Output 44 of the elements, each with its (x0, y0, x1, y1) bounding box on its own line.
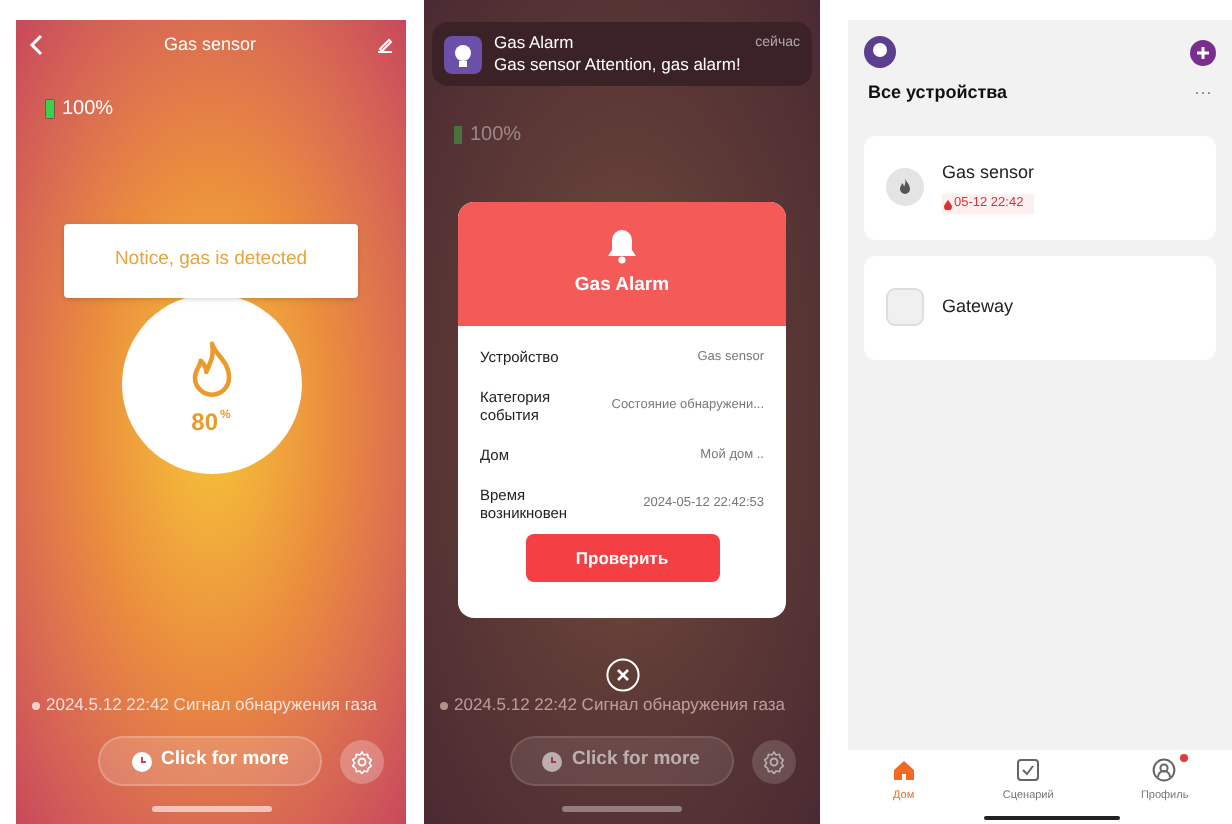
flame-icon (886, 168, 924, 206)
close-icon[interactable] (605, 658, 639, 693)
bullet-icon (32, 701, 40, 710)
home-indicator (151, 806, 271, 812)
battery-percent: 100% (62, 95, 114, 123)
event-log-entry: 2024.5.12 22:42 Сигнал обнаружения газа (454, 692, 786, 718)
settings-icon (350, 749, 374, 773)
home-indicator (984, 816, 1120, 820)
screen-title: Gas sensor (163, 32, 257, 58)
more-button[interactable]: Click for more (98, 736, 322, 786)
gas-reading: 80 (191, 409, 218, 433)
notification-title: Gas Alarm (494, 32, 576, 55)
home-tab-icon (891, 758, 916, 782)
avatar-icon[interactable] (864, 36, 896, 68)
notification-message: Gas sensor Attention, gas alarm! (494, 54, 743, 76)
settings-button[interactable] (340, 739, 384, 783)
clock-icon (131, 751, 152, 771)
app-logo-icon (444, 35, 482, 74)
settings-icon (761, 749, 785, 773)
profile-tab-icon (1152, 758, 1177, 782)
more-button[interactable]: Click for more (509, 736, 733, 786)
battery-percent: 100% (470, 122, 522, 151)
dialog-title: Gas Alarm (574, 271, 670, 300)
section-heading: Все устройства (868, 80, 1008, 106)
notice-text: Notice, gas is detected (114, 245, 308, 274)
add-icon[interactable] (1190, 39, 1216, 65)
home-indicator (562, 806, 682, 812)
bullet-icon (440, 701, 448, 710)
device-name: Gateway (942, 293, 1014, 320)
alert-drop-icon (944, 199, 952, 210)
device-name: Gas sensor (942, 159, 1035, 186)
scenes-tab-icon (1016, 758, 1041, 782)
battery-icon (44, 97, 56, 119)
battery-icon (452, 124, 464, 147)
device-square-icon (886, 288, 924, 326)
clock-icon (542, 751, 563, 771)
back-icon[interactable] (28, 34, 44, 57)
event-log-entry: 2024.5.12 22:42 Сигнал обнаружения газа (46, 692, 378, 718)
settings-button[interactable] (751, 739, 795, 783)
device-card[interactable]: Gateway (864, 255, 1216, 359)
more-options-button[interactable]: ··· (1194, 84, 1212, 103)
edit-icon[interactable] (376, 36, 394, 55)
check-button[interactable]: Проверить (525, 534, 719, 583)
bell-icon (606, 227, 638, 264)
